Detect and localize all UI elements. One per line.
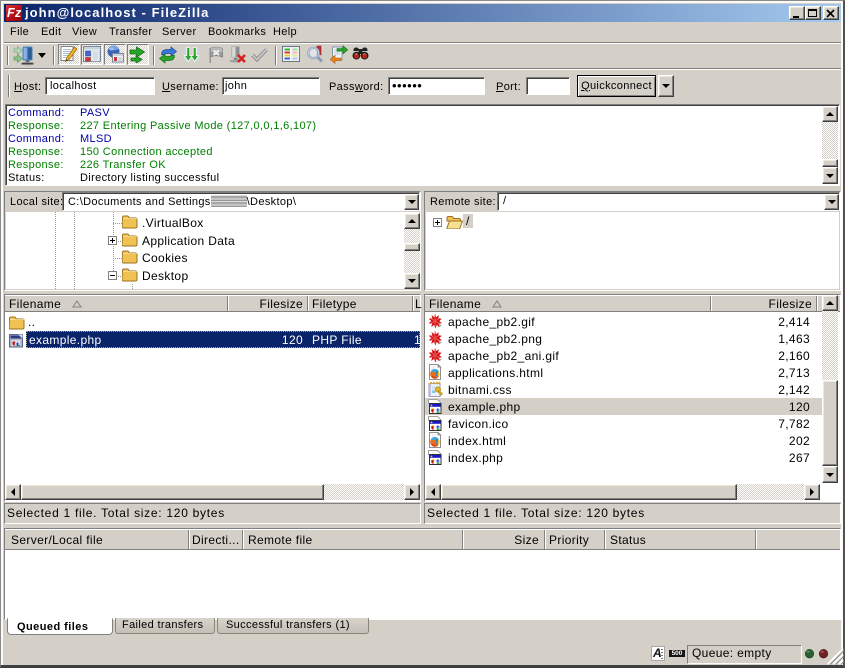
svg-text:Fz: Fz bbox=[7, 6, 22, 20]
